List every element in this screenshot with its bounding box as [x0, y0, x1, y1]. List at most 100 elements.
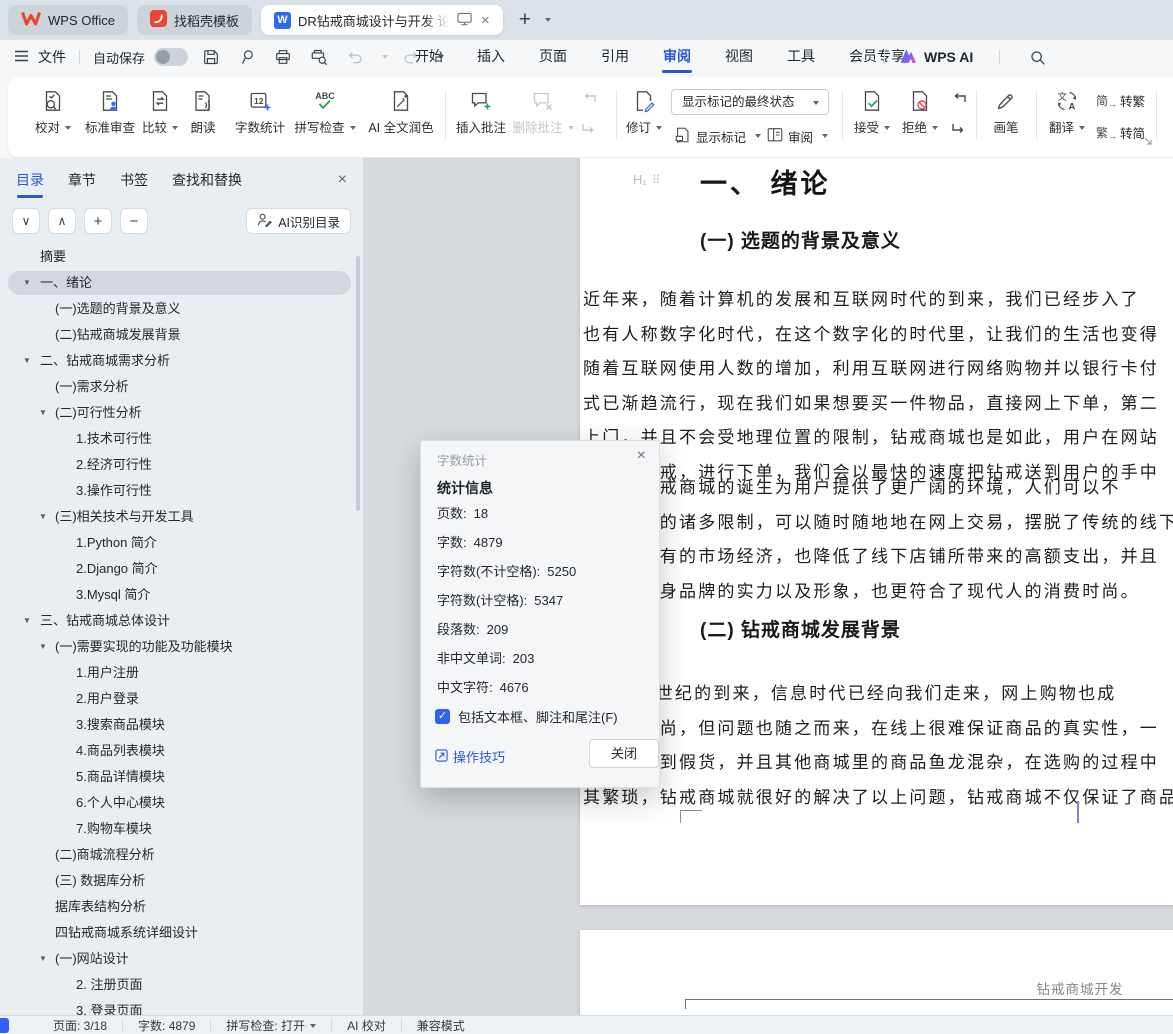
document-text-line[interactable]: 扩大了原有的市场经济，也降低了线下店铺所带来的高额支出，并且 — [583, 540, 1173, 575]
chevron-down-icon[interactable]: ▼ — [39, 634, 47, 660]
document-heading-2[interactable]: (一) 选题的背景及意义 — [700, 226, 901, 253]
document-paragraph[interactable]: 近年来，随着计算机的发展和互联网时代的到来，我们已经步入了也有人称数字化时代，在… — [583, 283, 1173, 490]
toc-item[interactable]: ▼ (一)需要实现的功能及功能模块 — [0, 634, 353, 660]
document-paragraph[interactable]: 意义：钻戒商城的诞生为用户提供了更广阔的环境，人们可以不传统购物的诸多限制，可以… — [583, 471, 1173, 609]
close-sidebar-icon[interactable]: × — [338, 171, 347, 189]
document-text-line[interactable]: 近年来，随着计算机的发展和互联网时代的到来，我们已经步入了 — [583, 283, 1173, 318]
document-text-line[interactable]: 其繁琐，钻戒商城就很好的解决了以上问题，钻戒商城不仅保证了商品 — [583, 781, 1173, 816]
toc-item[interactable]: ▼ (一)选题的背景及意义 — [0, 296, 353, 322]
toc-item[interactable]: ▼ 3.Mysql 简介 — [0, 582, 353, 608]
toc-item[interactable]: ▼ 2.Django 简介 — [0, 556, 353, 582]
toc-item[interactable]: ▼ 2.用户登录 — [0, 686, 353, 712]
word-count-button[interactable]: 12 字数统计 — [228, 83, 292, 149]
next-change-button[interactable] — [946, 117, 972, 139]
tab-view[interactable]: 视图 — [708, 40, 770, 74]
drag-handle-icon[interactable]: ⠿ — [652, 173, 660, 187]
tips-link[interactable]: 操作技巧 — [435, 747, 505, 766]
sidebar-scrollbar[interactable] — [356, 256, 360, 511]
toc-item[interactable]: ▼ 6.个人中心模块 — [0, 790, 353, 816]
tab-list-chevron-icon[interactable] — [540, 11, 551, 29]
document-text-line[interactable]: 也有人称数字化时代，在这个数字化的时代里，让我们的生活也变得 — [583, 318, 1173, 353]
toc-item[interactable]: ▼ 5.商品详情模块 — [0, 764, 353, 790]
tab-start[interactable]: 开始 — [398, 40, 460, 74]
toc-item[interactable]: ▼ (二)商城流程分析 — [0, 842, 353, 868]
document-text-line[interactable]: 式已渐趋流行，现在我们如果想要买一件物品，直接网上下单，第二 — [583, 387, 1173, 422]
zoom-out-button[interactable]: − — [120, 208, 148, 234]
tab-reference[interactable]: 引用 — [584, 40, 646, 74]
toc-item[interactable]: ▼ 3.操作可行性 — [0, 478, 353, 504]
toc-item[interactable]: ▼ 7.购物车模块 — [0, 816, 353, 842]
checkbox-checked-icon[interactable]: ✓ — [435, 709, 450, 724]
chevron-down-icon[interactable]: ▼ — [23, 270, 31, 296]
toc-item[interactable]: ▼ (二)钻戒商城发展背景 — [0, 322, 353, 348]
tab-docer-templates[interactable]: 找稻壳模板 — [137, 5, 252, 35]
spell-check-button[interactable]: ABC 拼写检查 — [290, 83, 360, 149]
zoom-in-button[interactable]: + — [84, 208, 112, 234]
wps-ai-button[interactable]: WPS AI — [899, 48, 973, 67]
save-icon[interactable] — [197, 44, 224, 70]
tab-document[interactable]: W DR钻戒商城设计与开发 论文 × — [261, 5, 503, 35]
chevron-down-icon[interactable]: ▼ — [39, 400, 47, 426]
toc-item[interactable]: ▼ 四钻戒商城系统详细设计 — [0, 920, 353, 946]
group-expand-icon[interactable] — [1144, 137, 1153, 149]
page-header-text[interactable]: 钻戒商城开发 — [580, 978, 1173, 998]
document-heading-2[interactable]: (二) 钻戒商城发展背景 — [700, 615, 901, 642]
previous-change-button[interactable] — [946, 87, 972, 109]
toc-item[interactable]: ▼ (一)需求分析 — [0, 374, 353, 400]
toc-item[interactable]: ▼ (一)网站设计 — [0, 946, 353, 972]
heading-level-badge[interactable]: H₁ ⠿ — [633, 172, 660, 187]
toc-item[interactable]: ▼ (二)可行性分析 — [0, 400, 353, 426]
toc-item[interactable]: ▼ 4.商品列表模块 — [0, 738, 353, 764]
print-icon[interactable] — [269, 44, 296, 70]
export-icon[interactable] — [233, 44, 260, 70]
toc-item[interactable]: ▼ 三、钻戒商城总体设计 — [0, 608, 353, 634]
document-text-line[interactable]: 意义：钻戒商城的诞生为用户提供了更广阔的环境，人们可以不 — [583, 471, 1173, 506]
to-simplified-button[interactable]: 繁→ 转简 — [1096, 123, 1145, 142]
reject-button[interactable]: 拒绝 — [894, 83, 946, 149]
close-button[interactable]: 关闭 — [589, 739, 659, 768]
close-tab-icon[interactable]: × — [481, 12, 490, 29]
expand-all-button[interactable]: ∨ — [12, 208, 40, 234]
show-markup-button[interactable]: 显示标记 — [674, 125, 761, 147]
tab-page[interactable]: 页面 — [522, 40, 584, 74]
sidebar-tab-bookmarks[interactable]: 书签 — [120, 170, 148, 190]
toc-item[interactable]: ▼ (三) 数据库分析 — [0, 868, 353, 894]
restrict-edit-button[interactable]: 限 — [1162, 83, 1173, 149]
toc-item[interactable]: ▼ 二、钻戒商城需求分析 — [0, 348, 353, 374]
to-traditional-button[interactable]: 简→ 转繁 — [1096, 91, 1145, 110]
word-count-dialog[interactable]: 字数统计 × 统计信息 页数: 18 字数: 4879 字符数(不计空格): 5… — [420, 440, 660, 788]
ai-polish-button[interactable]: AI 全文润色 — [360, 83, 442, 149]
sidebar-tab-chapters[interactable]: 章节 — [68, 170, 96, 190]
print-preview-icon[interactable] — [305, 44, 332, 70]
read-aloud-button[interactable]: 朗读 — [175, 83, 231, 149]
sidebar-tab-find-replace[interactable]: 查找和替换 — [172, 170, 242, 190]
spellcheck-indicator[interactable]: 拼写检查: 打开 — [211, 1017, 331, 1034]
file-menu[interactable]: 文件 — [38, 47, 66, 67]
proofread-button[interactable]: 校对 — [21, 83, 85, 149]
ai-recognize-toc-button[interactable]: AI识别目录 — [246, 208, 351, 234]
ai-proofread-button[interactable]: AI 校对 — [332, 1017, 401, 1034]
tab-tools[interactable]: 工具 — [770, 40, 832, 74]
autosave-toggle[interactable] — [154, 48, 188, 66]
close-dialog-icon[interactable]: × — [637, 447, 646, 465]
search-icon[interactable] — [1024, 44, 1051, 70]
markup-state-dropdown[interactable]: 显示标记的最终状态 — [671, 89, 829, 115]
document-text-line[interactable]: 易就会买到假货，并且其他商城里的商品鱼龙混杂，在选购的过程中 — [583, 746, 1173, 781]
toc-item[interactable]: ▼ 1.技术可行性 — [0, 426, 353, 452]
document-text-line[interactable]: 传统购物的诸多限制，可以随时随地地在网上交易，摆脱了传统的线下 — [583, 506, 1173, 541]
document-text-line[interactable]: 上门，并且不会受地理位置的限制，钻戒商城也是如此，用户在网站 — [583, 421, 1173, 456]
toc-item[interactable]: ▼ 1.Python 简介 — [0, 530, 353, 556]
assistant-chip-icon[interactable] — [0, 1018, 9, 1033]
accept-button[interactable]: 接受 — [846, 83, 898, 149]
document-text-line[interactable]: 的提高自身品牌的实力以及形象，也更符合了现代人的消费时尚。 — [583, 575, 1173, 610]
toc-item[interactable]: ▼ 3.搜索商品模块 — [0, 712, 353, 738]
collapse-all-button[interactable]: ∧ — [48, 208, 76, 234]
chevron-down-icon[interactable]: ▼ — [23, 348, 31, 374]
new-tab-icon[interactable]: + — [519, 10, 531, 30]
translate-button[interactable]: 文A 翻译 — [1040, 83, 1094, 149]
toc-item[interactable]: ▼ 据库表结构分析 — [0, 894, 353, 920]
toc-item[interactable]: ▼ 1.用户注册 — [0, 660, 353, 686]
tab-wps-home[interactable]: WPS Office — [8, 5, 128, 35]
sidebar-tab-toc[interactable]: 目录 — [16, 170, 44, 190]
toc-item[interactable]: ▼ 3. 登录页面 — [0, 998, 353, 1015]
